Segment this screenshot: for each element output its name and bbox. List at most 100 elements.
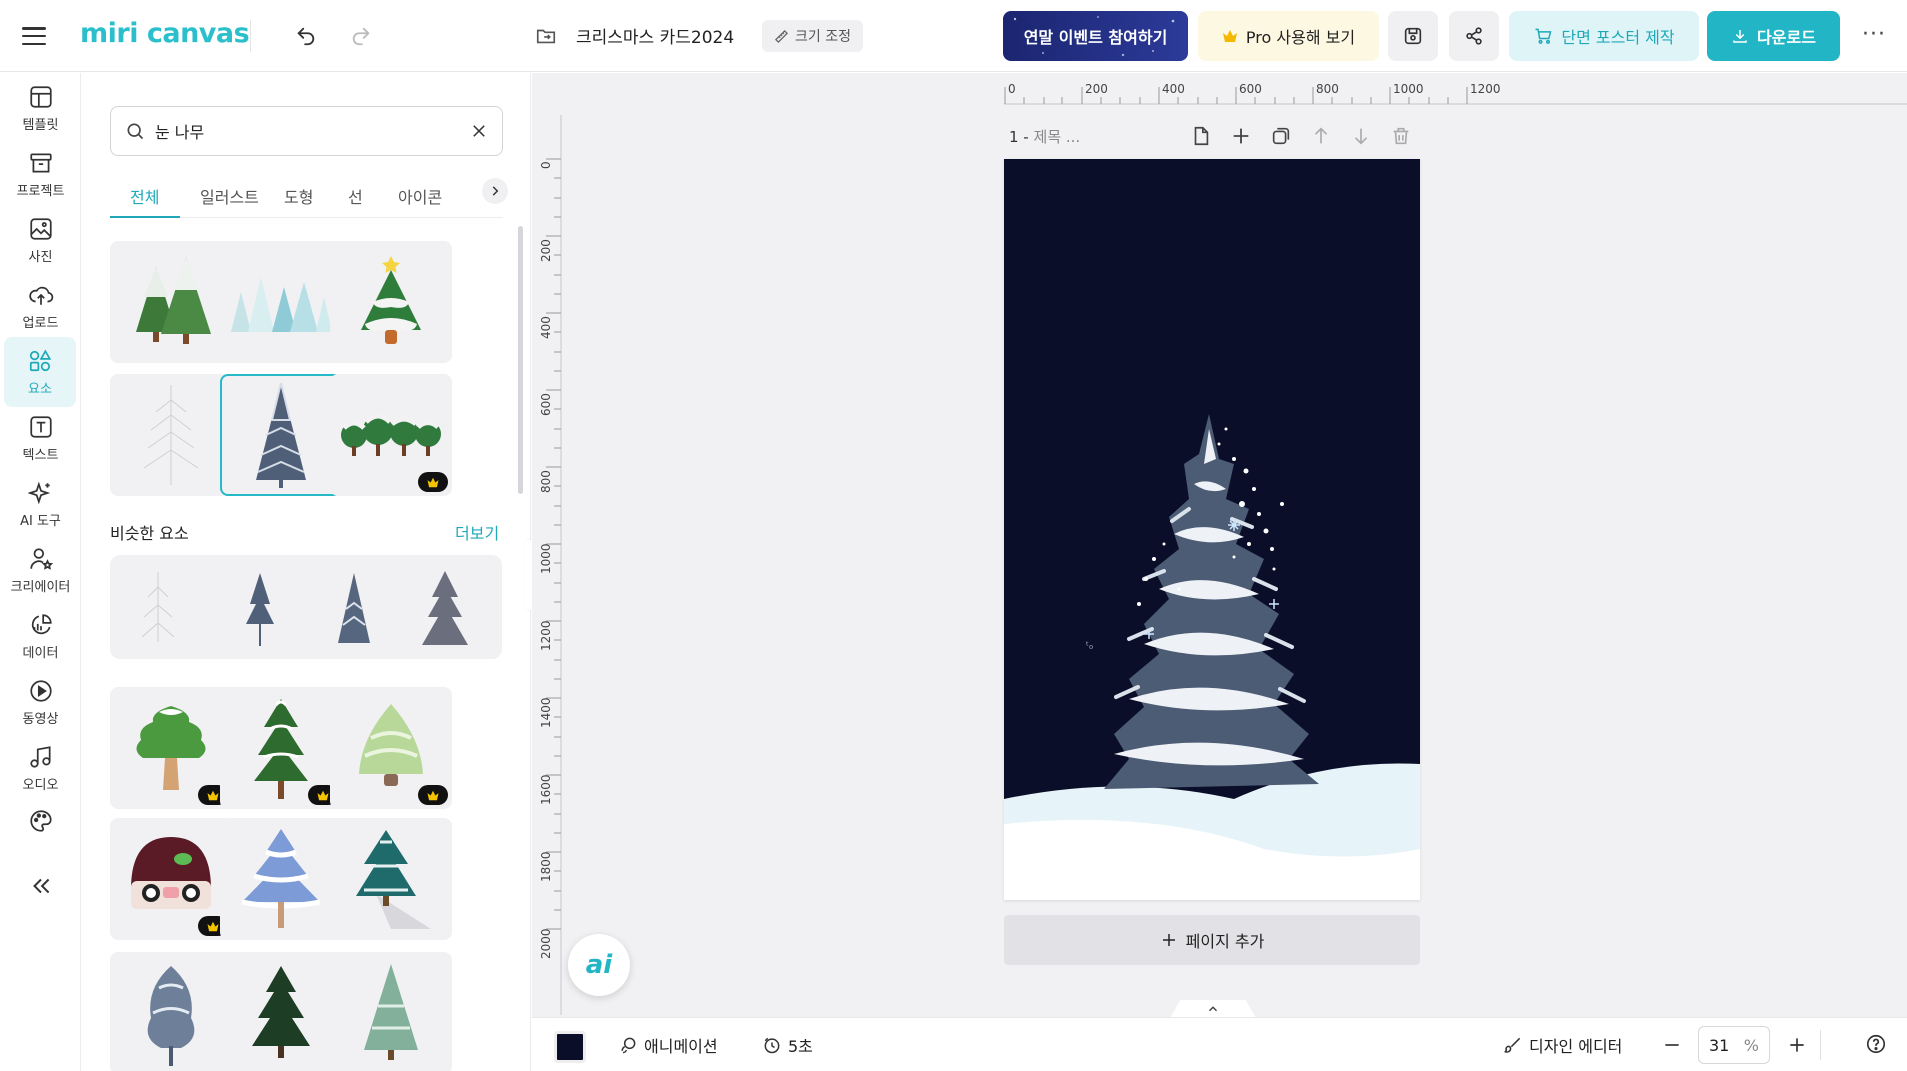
nav-item-audio[interactable]: 오디오 <box>0 733 81 803</box>
resize-button[interactable]: 크기 조정 <box>762 20 863 52</box>
nav-item-data[interactable]: 데이터 <box>0 601 81 671</box>
tab-all[interactable]: 전체 <box>130 184 159 208</box>
element-tile-teal-tree-shadow[interactable] <box>330 818 452 940</box>
background-color-swatch[interactable] <box>554 1031 586 1063</box>
duplicate-icon[interactable] <box>1270 125 1292 147</box>
element-tile-dark-pine[interactable] <box>220 952 342 1071</box>
design-page[interactable]: ᵗ₀ <box>1004 159 1420 900</box>
tab-line[interactable]: 선 <box>348 184 363 208</box>
clear-search-icon[interactable] <box>470 122 488 140</box>
redo-icon[interactable] <box>347 22 375 50</box>
arrow-down-icon[interactable] <box>1350 125 1372 147</box>
similar-elements-title: 비슷한 요소 <box>110 524 189 543</box>
timer-icon <box>764 1037 780 1054</box>
page-title-placeholder: 제목 ... <box>1033 128 1081 146</box>
poster-print-button[interactable]: 단면 포스터 제작 <box>1509 11 1699 61</box>
animation-button[interactable]: 애니메이션 <box>618 1033 718 1057</box>
pro-trial-button[interactable]: Pro 사용해 보기 <box>1198 11 1379 61</box>
tab-illustration[interactable]: 일러스트 <box>200 184 259 208</box>
see-more-link[interactable]: 더보기 <box>455 520 499 544</box>
nav-item-ai-tools[interactable]: AI 도구 <box>0 469 81 539</box>
element-tile-snowy-bushes[interactable] <box>330 374 452 496</box>
ruler-h-label: 1200 <box>1470 82 1501 96</box>
add-page-button[interactable]: 페이지 추가 <box>1004 915 1420 965</box>
nav-item-project[interactable]: 프로젝트 <box>0 139 81 209</box>
nav-label: 요소 <box>28 381 52 397</box>
ruler-h-label: 600 <box>1239 82 1262 96</box>
element-tile-star-tree[interactable] <box>330 241 452 363</box>
folder-move-icon[interactable] <box>533 23 559 49</box>
expand-pages-button[interactable] <box>1170 1000 1256 1018</box>
ai-assistant-button[interactable]: ai <box>568 934 630 996</box>
year-end-event-button[interactable]: 연말 이벤트 참여하기 <box>1003 11 1188 61</box>
zoom-in-icon[interactable] <box>1787 1035 1807 1055</box>
animation-icon <box>621 1037 636 1054</box>
tab-icon[interactable]: 아이콘 <box>398 184 442 208</box>
app-logo[interactable]: miri canvas <box>80 18 250 49</box>
element-tile-snow-pines[interactable] <box>110 241 232 363</box>
search-input[interactable] <box>155 121 470 141</box>
upload-cloud-icon <box>28 286 53 305</box>
snowy-tree-artwork[interactable]: ᵗ₀ <box>1004 159 1420 900</box>
nav-item-elements[interactable]: 요소 <box>4 337 76 407</box>
page-title[interactable]: 1 - 제목 ... <box>1009 126 1080 147</box>
arrow-up-icon[interactable] <box>1310 125 1332 147</box>
nav-label: 업로드 <box>22 315 59 331</box>
category-tabs: 전체 일러스트 도형 선 아이콘 <box>110 176 503 218</box>
element-tile-frosty-tree[interactable] <box>110 952 232 1071</box>
duration-label: 5초 <box>788 1037 813 1056</box>
similar-item[interactable] <box>334 569 374 649</box>
play-icon <box>29 679 52 702</box>
similar-item[interactable] <box>138 567 178 647</box>
help-icon[interactable] <box>1865 1033 1887 1055</box>
nav-item-palette[interactable] <box>0 796 81 846</box>
page-note-icon[interactable] <box>1190 125 1212 147</box>
element-tile-cloud-tree[interactable] <box>110 687 232 809</box>
menu-icon[interactable] <box>20 22 48 50</box>
archive-icon <box>29 152 52 173</box>
top-bar: miri canvas 크리스마스 카드2024 크기 조정 연말 이벤트 참여… <box>0 0 1907 72</box>
horizontal-ruler: 0 200 400 600 800 1000 1200 <box>1004 82 1907 105</box>
image-icon <box>29 217 52 240</box>
duration-button[interactable]: 5초 <box>762 1033 813 1057</box>
add-icon[interactable] <box>1230 125 1252 147</box>
trash-icon[interactable] <box>1390 125 1412 147</box>
chart-icon <box>31 613 52 634</box>
nav-label: 텍스트 <box>22 447 59 463</box>
page-toolbar: 1 - 제목 ... <box>1005 122 1420 152</box>
nav-item-creator[interactable]: 크리에이터 <box>0 535 81 605</box>
document-title[interactable]: 크리스마스 카드2024 <box>576 23 734 48</box>
zoom-field[interactable]: 31 % <box>1698 1026 1770 1064</box>
element-tile-pale-trees[interactable] <box>220 241 342 363</box>
ruler-v-label: 200 <box>539 239 553 262</box>
panel-scrollbar[interactable] <box>518 226 523 494</box>
undo-icon[interactable] <box>292 22 320 50</box>
nav-item-video[interactable]: 동영상 <box>0 667 81 737</box>
more-options-icon[interactable]: ··· <box>1862 22 1886 47</box>
nav-item-text[interactable]: 텍스트 <box>0 403 81 473</box>
similar-item[interactable] <box>240 569 280 649</box>
download-button[interactable]: 다운로드 <box>1707 11 1840 61</box>
nav-item-photo[interactable]: 사진 <box>0 205 81 275</box>
share-icon[interactable] <box>1449 11 1499 61</box>
element-tile-light-green-tree[interactable] <box>330 687 452 809</box>
tabs-next-button[interactable] <box>482 178 508 204</box>
elements-panel: 전체 일러스트 도형 선 아이콘 <box>82 73 531 1071</box>
element-tile-watercolor-pine[interactable] <box>330 952 452 1071</box>
nav-item-upload[interactable]: 업로드 <box>0 271 81 341</box>
ruler-h-label: 0 <box>1008 82 1016 96</box>
element-tile-white-branches[interactable] <box>110 374 232 496</box>
collapse-nav-button[interactable] <box>0 861 81 911</box>
element-tile-blue-spruce[interactable] <box>220 374 342 496</box>
element-tile-snow-pine-tall[interactable] <box>220 687 342 809</box>
design-editor-button[interactable]: 디자인 에디터 <box>1503 1033 1622 1057</box>
tab-shape[interactable]: 도형 <box>284 184 313 208</box>
save-icon[interactable] <box>1388 11 1438 61</box>
divider <box>1820 1030 1821 1060</box>
zoom-out-icon[interactable] <box>1662 1035 1682 1055</box>
search-box[interactable] <box>110 106 503 156</box>
element-tile-character-hat[interactable] <box>110 818 232 940</box>
element-tile-blue-layered-tree[interactable] <box>220 818 342 940</box>
similar-item[interactable] <box>420 569 470 649</box>
nav-item-template[interactable]: 템플릿 <box>0 73 81 143</box>
